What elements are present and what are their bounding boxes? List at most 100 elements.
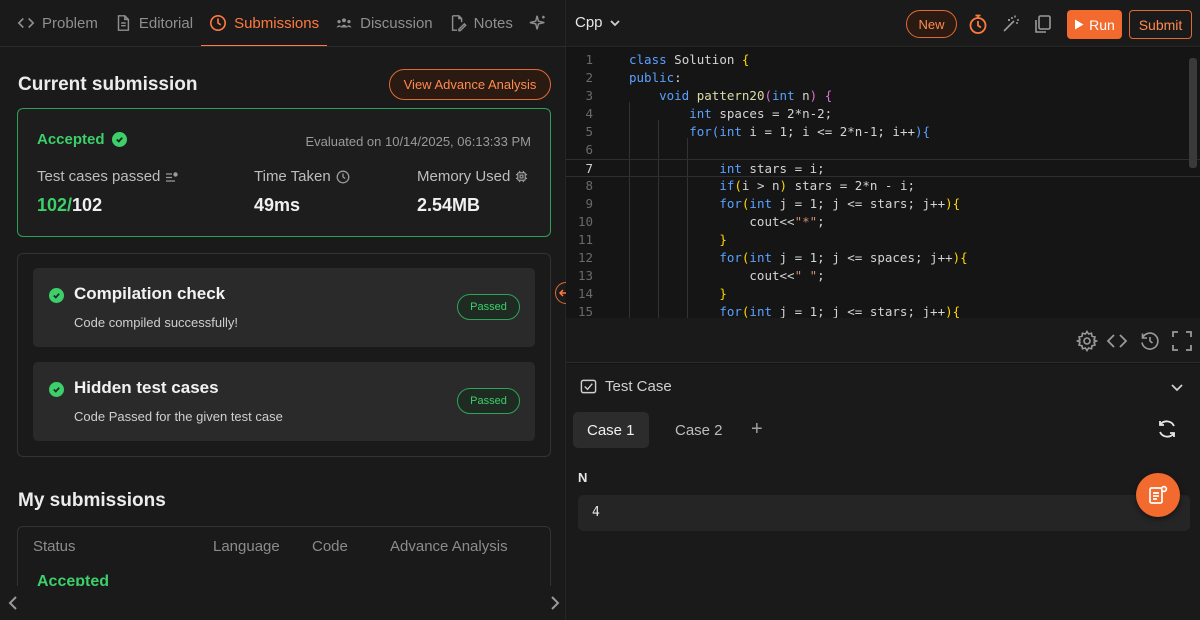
check-subtitle: Code Passed for the given test case bbox=[74, 409, 283, 424]
code-text: } bbox=[719, 286, 727, 301]
tab-label: Submissions bbox=[234, 14, 320, 32]
tab-label: Discussion bbox=[360, 14, 433, 32]
testcase-panel: Test Case Case 1 Case 2 + N 4 bbox=[566, 364, 1200, 620]
line-number: 13 bbox=[577, 268, 593, 283]
variable-value-field[interactable]: 4 bbox=[578, 495, 1190, 531]
code-line: 9 for(int j = 1; j <= stars; j++){ bbox=[566, 195, 1200, 213]
list-check-icon bbox=[166, 171, 179, 182]
language-label: Cpp bbox=[575, 14, 603, 31]
check-row-hidden-tests: Hidden test cases Code Passed for the gi… bbox=[33, 362, 535, 441]
column-header-advance-analysis: Advance Analysis bbox=[390, 538, 508, 555]
play-icon bbox=[1075, 19, 1084, 30]
passed-badge: Passed bbox=[457, 388, 520, 414]
code-line: 2 public: bbox=[566, 69, 1200, 87]
code-text: cout<<"*"; bbox=[629, 214, 825, 229]
tab-label: Notes bbox=[473, 14, 513, 32]
clock-small-icon bbox=[336, 170, 350, 183]
fullscreen-icon[interactable] bbox=[1171, 330, 1193, 352]
line-number: 4 bbox=[585, 106, 593, 121]
passed-count: 102/ bbox=[37, 195, 73, 215]
sparkle-icon bbox=[529, 15, 545, 30]
code-text: int spaces = 2*n-2; bbox=[689, 106, 833, 121]
line-number: 15 bbox=[577, 304, 593, 318]
line-number: 5 bbox=[585, 124, 593, 139]
chevron-right-icon[interactable] bbox=[544, 593, 564, 613]
my-submissions-title: My submissions bbox=[18, 490, 166, 511]
stat-label-text: Test cases passed bbox=[37, 168, 161, 185]
editor-scrollbar[interactable] bbox=[1189, 58, 1197, 168]
code-text: class Solution { bbox=[629, 52, 750, 67]
code-line: 15 for(int j = 1; j <= stars; j++){ bbox=[566, 303, 1200, 318]
checks-panel: Compilation check Code compiled successf… bbox=[17, 253, 551, 457]
copy-icon[interactable] bbox=[1032, 13, 1054, 35]
chevron-down-icon[interactable] bbox=[1168, 378, 1186, 396]
line-number: 10 bbox=[577, 214, 593, 229]
code-text: void pattern20(int n) { bbox=[659, 88, 833, 103]
line-number: 14 bbox=[577, 286, 593, 301]
code-line: 4 int spaces = 2*n-2; bbox=[566, 105, 1200, 123]
line-number: 11 bbox=[577, 232, 593, 247]
tab-editorial[interactable]: Editorial bbox=[106, 0, 201, 46]
settings-gear-icon[interactable] bbox=[1076, 330, 1098, 352]
stat-value-testcases: 102/102 bbox=[37, 195, 102, 216]
total-count: 102 bbox=[72, 195, 103, 215]
timer-icon[interactable] bbox=[967, 13, 989, 35]
code-line: 5 for(int i = 1; i <= 2*n-1; i++){ bbox=[566, 123, 1200, 141]
left-pane: Problem Editorial Submissions Discussion… bbox=[0, 0, 565, 620]
code-text: int stars = i; bbox=[719, 161, 825, 176]
code-line: 6 bbox=[566, 141, 1200, 159]
line-number: 6 bbox=[585, 142, 593, 157]
language-select[interactable]: Cpp bbox=[575, 14, 621, 31]
line-number: 8 bbox=[585, 178, 593, 193]
code-editor[interactable]: 1 class Solution { 2 public: 3 void patter… bbox=[566, 48, 1200, 318]
tab-submissions[interactable]: Submissions bbox=[201, 0, 328, 46]
evaluated-timestamp: Evaluated on 10/14/2025, 06:13:33 PM bbox=[305, 134, 531, 149]
testcase-header: Test Case bbox=[580, 378, 672, 395]
run-label: Run bbox=[1089, 16, 1115, 33]
tab-discussion[interactable]: Discussion bbox=[327, 0, 441, 46]
tab-notes[interactable]: Notes bbox=[441, 0, 521, 46]
tab-label: Editorial bbox=[138, 14, 194, 32]
people-icon bbox=[336, 18, 352, 28]
passed-badge: Passed bbox=[457, 294, 520, 320]
history-icon[interactable] bbox=[1139, 330, 1161, 352]
magic-wand-icon[interactable] bbox=[1000, 13, 1022, 35]
code-line: 3 void pattern20(int n) { bbox=[566, 87, 1200, 105]
tab-problem[interactable]: Problem bbox=[9, 0, 106, 46]
refresh-icon[interactable] bbox=[1156, 418, 1178, 440]
new-button[interactable]: New bbox=[906, 10, 957, 38]
column-header-code: Code bbox=[312, 538, 348, 555]
code-line: 10 cout<<"*"; bbox=[566, 213, 1200, 231]
column-header-language: Language bbox=[213, 538, 280, 555]
line-number: 1 bbox=[585, 52, 593, 67]
case-tab-2[interactable]: Case 2 bbox=[661, 412, 737, 448]
submit-button[interactable]: Submit bbox=[1129, 10, 1192, 39]
clipboard-add-icon bbox=[1149, 485, 1168, 504]
code-text: public: bbox=[629, 70, 682, 85]
variable-name: N bbox=[578, 470, 588, 485]
current-submission-title: Current submission bbox=[18, 74, 198, 95]
checkbox-icon bbox=[580, 379, 597, 394]
case-tab-1[interactable]: Case 1 bbox=[573, 412, 649, 448]
run-button[interactable]: Run bbox=[1067, 10, 1122, 39]
chevron-left-icon[interactable] bbox=[4, 593, 24, 613]
tab-ai-assistant[interactable] bbox=[521, 0, 555, 46]
stat-label-testcases: Test cases passed bbox=[37, 168, 179, 185]
check-subtitle: Code compiled successfully! bbox=[74, 315, 239, 330]
code-view-icon[interactable] bbox=[1106, 330, 1128, 352]
code-text: if(i > n) stars = 2*n - i; bbox=[719, 178, 916, 193]
testcase-title: Test Case bbox=[605, 378, 672, 395]
add-case-button[interactable]: + bbox=[751, 418, 769, 440]
code-line-current: 7 int stars = i; bbox=[566, 159, 1200, 177]
code-line: 11 } bbox=[566, 231, 1200, 249]
line-number: 9 bbox=[585, 196, 593, 211]
notes-fab-button[interactable] bbox=[1136, 473, 1180, 517]
code-line: 12 for(int j = 1; j <= spaces; j++){ bbox=[566, 249, 1200, 267]
status-accepted: Accepted bbox=[37, 131, 127, 148]
check-circle-icon bbox=[49, 382, 64, 397]
stat-label-text: Time Taken bbox=[254, 168, 331, 185]
code-line: 8 if(i > n) stars = 2*n - i; bbox=[566, 177, 1200, 195]
view-advance-analysis-button[interactable]: View Advance Analysis bbox=[389, 69, 551, 100]
note-edit-icon bbox=[451, 15, 467, 32]
submission-result-card: Accepted Evaluated on 10/14/2025, 06:13:… bbox=[17, 108, 551, 237]
